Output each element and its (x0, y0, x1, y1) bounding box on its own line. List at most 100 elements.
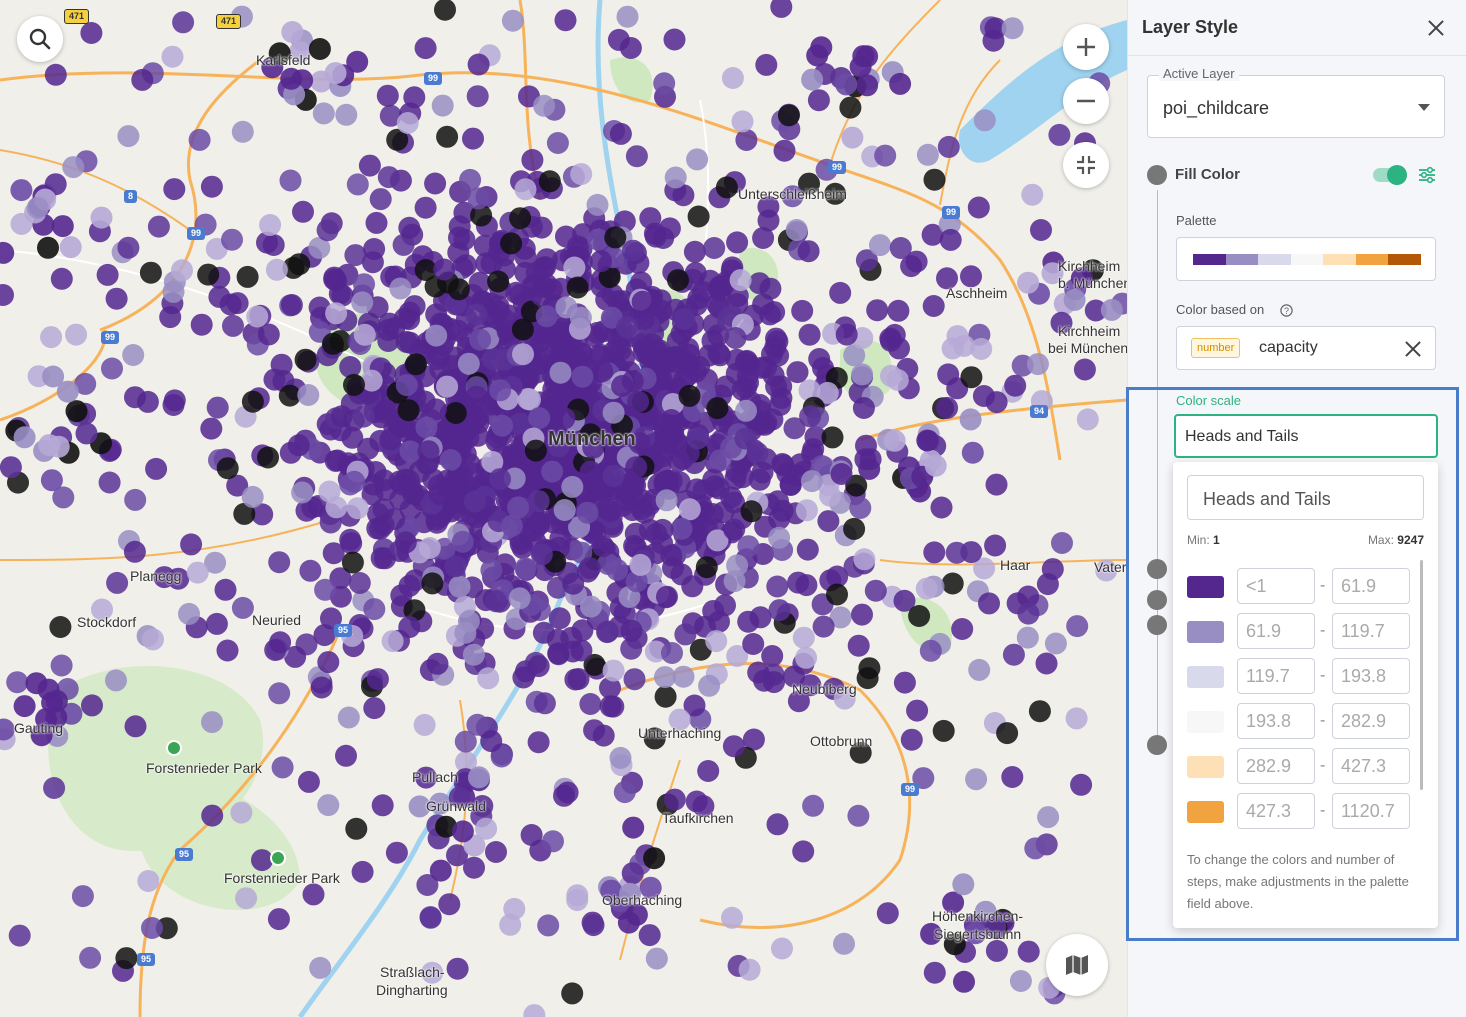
poi-point[interactable] (117, 125, 140, 148)
step-from-input[interactable]: 282.9 (1237, 748, 1315, 784)
poi-point[interactable] (978, 592, 1000, 615)
poi-point[interactable] (230, 801, 253, 824)
poi-point[interactable] (625, 456, 648, 479)
poi-point[interactable] (701, 329, 724, 352)
poi-point[interactable] (755, 411, 778, 434)
poi-point[interactable] (773, 139, 796, 162)
poi-point[interactable] (501, 445, 524, 468)
poi-point[interactable] (324, 449, 347, 472)
poi-point[interactable] (421, 572, 444, 595)
poi-point[interactable] (257, 446, 279, 469)
poi-point[interactable] (512, 343, 534, 366)
poi-point[interactable] (417, 440, 440, 463)
poi-point[interactable] (936, 396, 959, 419)
poi-point[interactable] (660, 409, 683, 431)
poi-point[interactable] (686, 427, 709, 450)
poi-point[interactable] (553, 499, 576, 521)
poi-point[interactable] (941, 572, 964, 595)
poi-point[interactable] (749, 606, 772, 629)
poi-point[interactable] (830, 463, 853, 485)
poi-point[interactable] (1070, 773, 1093, 796)
poi-point[interactable] (656, 585, 678, 608)
poi-point[interactable] (621, 862, 644, 885)
poi-points-layer[interactable] (0, 0, 1127, 1017)
poi-point[interactable] (563, 256, 586, 279)
poi-point[interactable] (695, 556, 718, 579)
palette-select[interactable] (1176, 237, 1436, 281)
poi-point[interactable] (812, 615, 835, 638)
poi-point[interactable] (853, 548, 876, 571)
poi-point[interactable] (941, 337, 964, 360)
poi-point[interactable] (79, 946, 102, 969)
poi-point[interactable] (398, 574, 421, 597)
poi-point[interactable] (952, 873, 975, 896)
poi-point[interactable] (280, 67, 303, 90)
poi-point[interactable] (866, 299, 889, 322)
poi-point[interactable] (821, 426, 844, 449)
poi-point[interactable] (534, 256, 557, 279)
poi-point[interactable] (524, 439, 547, 462)
poi-point[interactable] (726, 554, 749, 577)
poi-point[interactable] (580, 595, 602, 618)
poi-point[interactable] (324, 62, 347, 85)
poi-point[interactable] (348, 572, 371, 594)
poi-point[interactable] (429, 859, 452, 882)
poi-point[interactable] (405, 353, 427, 376)
poi-point[interactable] (75, 422, 98, 445)
poi-point[interactable] (937, 135, 960, 158)
poi-point[interactable] (631, 290, 654, 313)
poi-point[interactable] (755, 53, 778, 76)
poi-point[interactable] (1048, 123, 1071, 146)
poi-point[interactable] (629, 553, 652, 576)
poi-point[interactable] (40, 326, 63, 349)
poi-point[interactable] (438, 893, 461, 916)
poi-point[interactable] (731, 110, 754, 133)
poi-point[interactable] (532, 621, 555, 644)
poi-point[interactable] (363, 598, 386, 621)
poi-point[interactable] (738, 958, 761, 981)
poi-point[interactable] (670, 517, 693, 540)
poi-point[interactable] (263, 368, 286, 391)
poi-point[interactable] (264, 639, 287, 661)
poi-point[interactable] (325, 302, 348, 325)
poi-point[interactable] (147, 215, 170, 238)
poi-point[interactable] (487, 270, 510, 293)
poi-point[interactable] (180, 533, 203, 556)
poi-point[interactable] (1004, 374, 1027, 397)
poi-point[interactable] (485, 590, 508, 613)
poi-point[interactable] (996, 722, 1019, 745)
poi-point[interactable] (434, 0, 456, 21)
poi-point[interactable] (681, 575, 704, 598)
poi-point[interactable] (939, 228, 962, 251)
poi-point[interactable] (335, 103, 358, 126)
poi-point[interactable] (316, 219, 339, 242)
poi-point[interactable] (667, 449, 690, 472)
poi-point[interactable] (714, 594, 736, 617)
step-to-input[interactable]: 282.9 (1332, 703, 1410, 739)
poi-point[interactable] (923, 961, 946, 984)
poi-point[interactable] (705, 630, 728, 653)
poi-point[interactable] (841, 126, 864, 149)
poi-point[interactable] (139, 261, 162, 284)
poi-point[interactable] (431, 94, 454, 117)
poi-point[interactable] (188, 128, 211, 151)
step-color-swatch[interactable] (1187, 621, 1224, 643)
poi-point[interactable] (847, 634, 870, 657)
poi-point[interactable] (71, 885, 94, 908)
zoom-out-button[interactable] (1063, 78, 1109, 124)
poi-point[interactable] (345, 817, 368, 840)
poi-point[interactable] (687, 205, 710, 228)
poi-point[interactable] (200, 175, 223, 198)
poi-point[interactable] (322, 542, 345, 565)
poi-point[interactable] (322, 332, 344, 355)
poi-point[interactable] (1001, 17, 1024, 40)
poi-point[interactable] (514, 178, 537, 201)
poi-point[interactable] (519, 388, 541, 411)
step-color-swatch[interactable] (1187, 576, 1224, 598)
dropdown-scrollbar[interactable] (1420, 560, 1423, 790)
poi-point[interactable] (159, 306, 182, 329)
poi-point[interactable] (723, 518, 746, 541)
poi-point[interactable] (489, 468, 511, 491)
poi-point[interactable] (13, 426, 36, 449)
poi-point[interactable] (599, 695, 622, 718)
